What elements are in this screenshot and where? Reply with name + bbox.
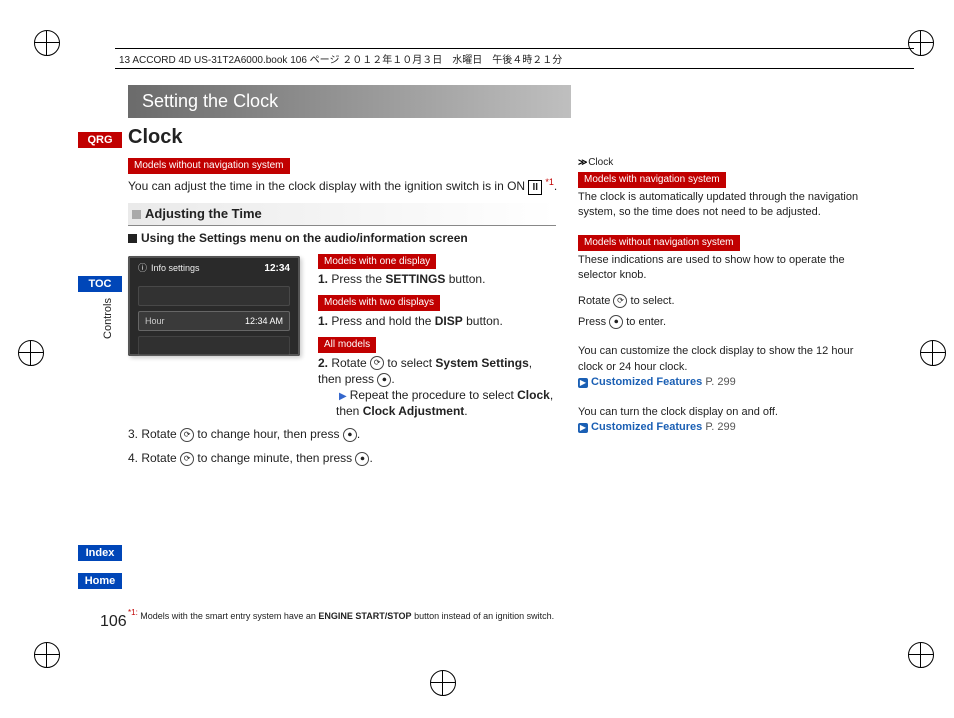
nav-qrg[interactable]: QRG	[78, 132, 122, 148]
tag-with-nav: Models with navigation system	[578, 172, 726, 188]
step-2-sub-d: Clock Adjustment	[363, 404, 465, 418]
info-icon: ⓘ	[138, 262, 147, 274]
rotate-knob-icon: ⟳	[180, 452, 194, 466]
registration-mark	[908, 642, 934, 668]
step-1b-post: button.	[463, 314, 503, 328]
step-2-sub-a: Repeat the procedure to select	[350, 388, 517, 402]
screen-row-hour: Hour 12:34 AM	[138, 311, 290, 331]
side-customize-text: You can customize the clock display to s…	[578, 344, 863, 375]
square-bullet-icon	[128, 234, 137, 243]
screen-row-time: 12:34 AM	[245, 315, 283, 327]
footnote-text-bold: ENGINE START/STOP	[318, 611, 411, 621]
link-customized-features-1[interactable]: ▶Customized Features P. 299	[578, 375, 863, 390]
step-2b: to select	[384, 356, 435, 370]
screen-clock: 12:34	[264, 262, 290, 276]
manual-page: { "header_file": "13 ACCORD 4D US-31T2A6…	[0, 0, 954, 718]
side-press-b: to enter.	[623, 316, 666, 328]
screen-header: ⓘ Info settings	[138, 262, 200, 274]
steps-block: Models with one display 1. Press the SET…	[318, 252, 558, 420]
step-2-bold1: System Settings	[435, 356, 528, 370]
step-4b: to change minute, then press	[194, 451, 355, 465]
screen-row-dim	[138, 286, 290, 306]
tag-all-models: All models	[318, 337, 376, 353]
rotate-knob-icon: ⟳	[370, 356, 384, 370]
ignition-on-icon: II	[528, 180, 542, 196]
nav-toc[interactable]: TOC	[78, 276, 122, 292]
footnote-text-a: Models with the smart entry system have …	[138, 611, 319, 621]
side-rotate-a: Rotate	[578, 295, 613, 307]
screen-row-label: Hour	[145, 315, 165, 327]
registration-mark	[34, 642, 60, 668]
square-bullet-icon	[132, 210, 141, 219]
rotate-knob-icon: ⟳	[180, 428, 194, 442]
intro-text-a: You can adjust the time in the clock dis…	[128, 179, 528, 193]
step-3b: to change hour, then press	[194, 427, 343, 441]
link-customized-features-2[interactable]: ▶Customized Features P. 299	[578, 420, 863, 435]
tag-no-nav: Models without navigation system	[578, 235, 740, 251]
step-1a-bold: SETTINGS	[385, 272, 445, 286]
subheading-adjusting-time: Adjusting the Time	[128, 203, 556, 226]
step-3a: Rotate	[141, 427, 180, 441]
audio-screen-image: ⓘ Info settings 12:34 Hour 12:34 AM	[128, 256, 300, 356]
side-rotate-b: to select.	[627, 295, 674, 307]
side-press-a: Press	[578, 316, 609, 328]
footnote: *1: Models with the smart entry system h…	[128, 608, 828, 621]
step-1b-pre: Press and hold the	[331, 314, 434, 328]
nav-index[interactable]: Index	[78, 545, 122, 561]
section-title: Clock	[128, 126, 182, 149]
chevron-icon: ≫	[578, 157, 585, 167]
tag-one-display: Models with one display	[318, 254, 436, 270]
step-2a: Rotate	[331, 356, 370, 370]
link-arrow-icon: ▶	[578, 378, 588, 388]
press-knob-icon: ⏺	[343, 428, 357, 442]
rotate-knob-icon: ⟳	[613, 294, 627, 308]
registration-mark	[34, 30, 60, 56]
header-file-line: 13 ACCORD 4D US-31T2A6000.book 106 ページ ２…	[115, 48, 914, 69]
step-4a: Rotate	[141, 451, 180, 465]
side-heading: ≫ Clock	[578, 156, 863, 170]
screen-row-dim	[138, 336, 290, 356]
registration-mark	[18, 340, 44, 366]
step-1a-pre: Press the	[331, 272, 385, 286]
press-knob-icon: ⏺	[609, 315, 623, 329]
main-left-column: Models without navigation system You can…	[128, 156, 558, 466]
press-knob-icon: ⏺	[377, 373, 391, 387]
step-1b-bold: DISP	[435, 314, 463, 328]
step-1a-post: button.	[445, 272, 485, 286]
side-onoff-text: You can turn the clock display on and of…	[578, 405, 863, 420]
link-arrow-icon: ▶	[578, 423, 588, 433]
side-no-nav-text: These indications are used to show how t…	[578, 253, 863, 284]
step-2-sub-e: .	[464, 404, 467, 418]
screen-title: Info settings	[151, 262, 200, 274]
footnote-ref-1: *1	[545, 177, 554, 187]
side-nav-text: The clock is automatically updated throu…	[578, 190, 863, 221]
footnote-text-c: button instead of an ignition switch.	[412, 611, 555, 621]
side-info-column: ≫ Clock Models with navigation system Th…	[578, 156, 863, 435]
intro-text-b: .	[554, 179, 557, 193]
press-knob-icon: ⏺	[355, 452, 369, 466]
tag-two-displays: Models with two displays	[318, 295, 440, 311]
section-tab-controls: Controls	[102, 298, 114, 339]
instruction-heading: Using the Settings menu on the audio/inf…	[128, 230, 558, 246]
title-bar: Setting the Clock	[128, 85, 571, 118]
registration-mark	[920, 340, 946, 366]
tag-no-nav: Models without navigation system	[128, 158, 290, 174]
footnote-marker: *1:	[128, 608, 138, 617]
registration-mark	[430, 670, 456, 696]
triangle-bullet-icon: ▶	[339, 391, 347, 402]
nav-home[interactable]: Home	[78, 573, 122, 589]
step-2-sub-b: Clock	[517, 388, 550, 402]
page-number: 106	[100, 613, 127, 631]
